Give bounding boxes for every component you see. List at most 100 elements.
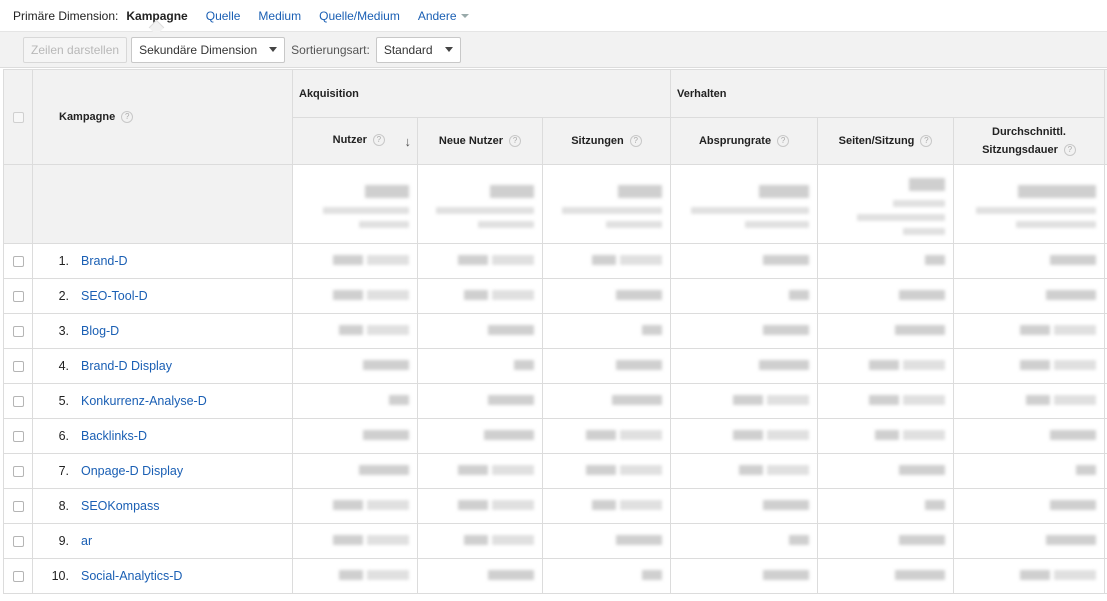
help-icon[interactable]: ?: [777, 135, 790, 148]
redacted-value: [903, 430, 945, 440]
avg-session-duration-column-header[interactable]: Durchschnittl. Sitzungsdauer?: [953, 117, 1105, 165]
redacted-value: [620, 465, 662, 475]
cell-pages-per-session: [817, 558, 954, 594]
redacted-value: [1054, 325, 1096, 335]
campaign-link[interactable]: Blog-D: [81, 324, 119, 338]
new-users-column-header[interactable]: Neue Nutzer?: [417, 117, 543, 165]
row-checkbox[interactable]: [12, 326, 24, 338]
cell-bounce-rate: [670, 453, 818, 489]
campaign-cell: 7. Onpage-D Display: [32, 453, 293, 489]
help-icon[interactable]: ?: [1063, 144, 1076, 157]
redacted-value: [458, 255, 488, 265]
campaign-link[interactable]: ar: [81, 534, 92, 548]
table-row: 8. SEOKompass: [3, 488, 1107, 524]
select-all-checkbox[interactable]: [12, 111, 24, 123]
cell-sessions: [542, 383, 671, 419]
cell-pages-per-session: [817, 243, 954, 279]
dimension-option-kampagne[interactable]: Kampagne: [126, 9, 187, 23]
cell-avg-duration: [953, 348, 1105, 384]
table-row: 4. Brand-D Display: [3, 348, 1107, 384]
summary-users: [292, 164, 418, 244]
new-users-header-label: Neue Nutzer: [438, 134, 504, 147]
redacted-value: [895, 570, 945, 580]
row-checkbox[interactable]: [12, 571, 24, 583]
plot-rows-button[interactable]: Zeilen darstellen: [23, 36, 128, 63]
secondary-dimension-dropdown[interactable]: Sekundäre Dimension: [131, 36, 286, 63]
cell-avg-duration: [953, 453, 1105, 489]
table-row: 1. Brand-D: [3, 243, 1107, 279]
row-checkbox[interactable]: [12, 536, 24, 548]
summary-bounce-rate: [670, 164, 818, 244]
row-checkbox[interactable]: [12, 501, 24, 513]
avg-duration-header-line2: Sitzungsdauer: [982, 144, 1058, 156]
cell-users: [292, 278, 418, 314]
redacted-value: [592, 500, 616, 510]
sessions-column-header[interactable]: Sitzungen?: [542, 117, 671, 165]
dimension-option-quelle[interactable]: Quelle: [206, 9, 241, 23]
row-checkbox[interactable]: [12, 396, 24, 408]
redacted-value: [1050, 500, 1096, 510]
help-icon[interactable]: ?: [121, 111, 134, 124]
row-checkbox[interactable]: [12, 291, 24, 303]
row-checkbox[interactable]: [12, 466, 24, 478]
select-all-cell: [3, 69, 33, 165]
sort-type-dropdown[interactable]: Standard: [375, 36, 461, 63]
dimension-option-andere[interactable]: Andere: [418, 9, 469, 23]
campaign-link[interactable]: SEO-Tool-D: [81, 289, 148, 303]
redacted-value: [333, 500, 363, 510]
campaign-cell: 2. SEO-Tool-D: [32, 278, 293, 314]
users-column-header[interactable]: Nutzer? ↓: [292, 117, 418, 165]
redacted-value: [767, 395, 809, 405]
redacted-value: [763, 325, 809, 335]
redacted-value: [367, 290, 409, 300]
chevron-down-icon: [460, 14, 469, 19]
campaign-link[interactable]: Social-Analytics-D: [81, 569, 182, 583]
redacted-value: [592, 255, 616, 265]
dimension-option-medium[interactable]: Medium: [258, 9, 301, 23]
cell-new-users: [417, 243, 543, 279]
cell-pages-per-session: [817, 383, 954, 419]
help-icon[interactable]: ?: [629, 135, 642, 148]
redacted-value: [1046, 535, 1096, 545]
help-icon[interactable]: ?: [509, 135, 522, 148]
bounce-rate-column-header[interactable]: Absprungrate?: [670, 117, 818, 165]
redacted-value: [492, 500, 534, 510]
row-checkbox[interactable]: [12, 256, 24, 268]
row-checkbox-cell: [3, 313, 33, 349]
redacted-value: [620, 430, 662, 440]
campaign-link[interactable]: Onpage-D Display: [81, 464, 183, 478]
sort-descending-icon[interactable]: ↓: [405, 134, 412, 149]
table-row: 2. SEO-Tool-D: [3, 278, 1107, 314]
redacted-value: [620, 500, 662, 510]
help-icon[interactable]: ?: [372, 133, 385, 146]
row-checkbox-cell: [3, 523, 33, 559]
table-row: 5. Konkurrenz-Analyse-D: [3, 383, 1107, 419]
campaign-link[interactable]: Brand-D: [81, 254, 128, 268]
cell-new-users: [417, 383, 543, 419]
help-icon[interactable]: ?: [920, 135, 933, 148]
row-checkbox[interactable]: [12, 361, 24, 373]
redacted-value: [458, 465, 488, 475]
campaign-link[interactable]: Backlinks-D: [81, 429, 147, 443]
cell-pages-per-session: [817, 348, 954, 384]
cell-bounce-rate: [670, 348, 818, 384]
row-checkbox[interactable]: [12, 431, 24, 443]
sessions-header-label: Sitzungen: [571, 134, 624, 147]
cell-sessions: [542, 278, 671, 314]
campaign-cell: 3. Blog-D: [32, 313, 293, 349]
row-number: 6.: [58, 429, 69, 443]
campaign-link[interactable]: SEOKompass: [81, 499, 160, 513]
cell-bounce-rate: [670, 418, 818, 454]
redacted-value: [514, 360, 534, 370]
dimension-option-quelle-medium[interactable]: Quelle/Medium: [319, 9, 400, 23]
row-checkbox-cell: [3, 243, 33, 279]
campaign-link[interactable]: Konkurrenz-Analyse-D: [81, 394, 207, 408]
sort-type-value: Standard: [383, 42, 433, 57]
campaign-link[interactable]: Brand-D Display: [81, 359, 172, 373]
campaign-header[interactable]: Kampagne?: [32, 69, 293, 165]
cell-bounce-rate: [670, 383, 818, 419]
table-row: 6. Backlinks-D: [3, 418, 1107, 454]
pages-per-session-column-header[interactable]: Seiten/Sitzung?: [817, 117, 954, 165]
table-row: 7. Onpage-D Display: [3, 453, 1107, 489]
row-number: 2.: [58, 289, 69, 303]
